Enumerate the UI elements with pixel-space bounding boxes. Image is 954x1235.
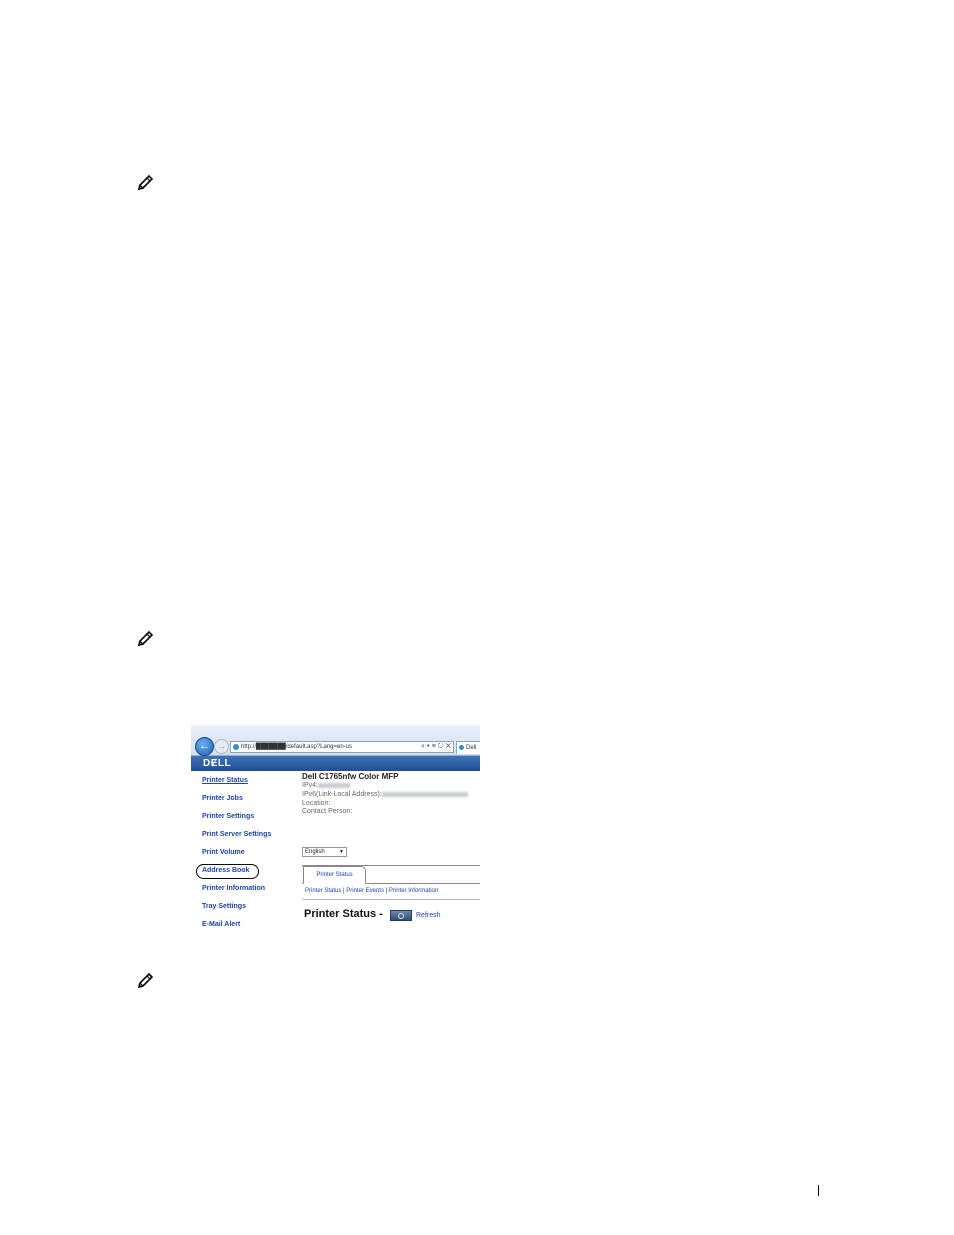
- address-book-highlight: [196, 864, 259, 879]
- sidebar-item-print-server-settings[interactable]: Print Server Settings: [202, 831, 271, 838]
- sub-nav: Printer Status | Printer Events | Printe…: [305, 888, 438, 894]
- tab-printer-status[interactable]: Printer Status: [303, 866, 366, 884]
- url-text: http://███████/default.asp?Lang=en-us: [241, 744, 352, 750]
- sidebar-item-printer-jobs[interactable]: Printer Jobs: [202, 795, 243, 802]
- printer-status-heading: Printer Status -: [304, 908, 383, 920]
- browser-toolbar: ← → http://███████/default.asp?Lang=en-u…: [191, 725, 480, 756]
- chevron-down-icon: ▼: [339, 849, 344, 855]
- dell-logo: DɆLL: [203, 758, 232, 769]
- ie-icon: [233, 744, 239, 750]
- ipv4-label: IPv4:: [302, 782, 318, 789]
- sidebar-item-email-alert[interactable]: E-Mail Alert: [202, 921, 240, 928]
- ipv4-redacted: [317, 782, 350, 788]
- ipv6-line: IPv6(Link-Local Address):: [302, 791, 468, 798]
- sidebar-item-tray-settings[interactable]: Tray Settings: [202, 903, 246, 910]
- sidebar-item-printer-information[interactable]: Printer Information: [202, 885, 265, 892]
- note-pencil-icon: [136, 628, 156, 648]
- browser-screenshot: ← → http://███████/default.asp?Lang=en-u…: [191, 725, 480, 934]
- tab-label: Dell: [466, 745, 477, 751]
- ie-icon: [459, 745, 464, 750]
- forward-arrow-icon[interactable]: →: [214, 739, 229, 754]
- sidebar-item-printer-status[interactable]: Printer Status: [202, 777, 248, 784]
- note-pencil-icon: [136, 970, 156, 990]
- address-tools-icon[interactable]: ⌕ ▾ ≡ ↻ ✕: [421, 742, 451, 752]
- sub-nav-printer-information[interactable]: Printer Information: [389, 888, 438, 894]
- sub-nav-divider: [302, 899, 480, 900]
- language-select[interactable]: English ▼: [302, 847, 347, 857]
- back-arrow-icon[interactable]: ←: [195, 737, 214, 756]
- ipv6-redacted: [381, 791, 468, 797]
- browser-tab[interactable]: Dell: [456, 741, 480, 754]
- dell-header: DɆLL: [191, 756, 480, 771]
- contact-label: Contact Person:: [302, 808, 353, 815]
- sub-nav-printer-events[interactable]: Printer Events: [346, 888, 384, 894]
- page-number-rule: [818, 1185, 819, 1196]
- ipv4-line: IPv4:: [302, 782, 350, 789]
- refresh-link[interactable]: Refresh: [416, 912, 441, 919]
- refresh-icon[interactable]: [390, 910, 412, 921]
- printer-model-title: Dell C1765nfw Color MFP: [302, 772, 399, 781]
- note-pencil-icon: [136, 172, 156, 192]
- sub-nav-separator: |: [343, 888, 345, 894]
- sub-nav-printer-status[interactable]: Printer Status: [305, 888, 341, 894]
- location-label: Location:: [302, 800, 331, 807]
- sidebar-item-print-volume[interactable]: Print Volume: [202, 849, 245, 856]
- sub-nav-separator: |: [385, 888, 388, 894]
- ipv6-label: IPv6(Link-Local Address):: [302, 791, 382, 798]
- language-value: English: [305, 849, 325, 855]
- sidebar-item-printer-settings[interactable]: Printer Settings: [202, 813, 254, 820]
- address-bar[interactable]: http://███████/default.asp?Lang=en-us ⌕ …: [230, 741, 454, 753]
